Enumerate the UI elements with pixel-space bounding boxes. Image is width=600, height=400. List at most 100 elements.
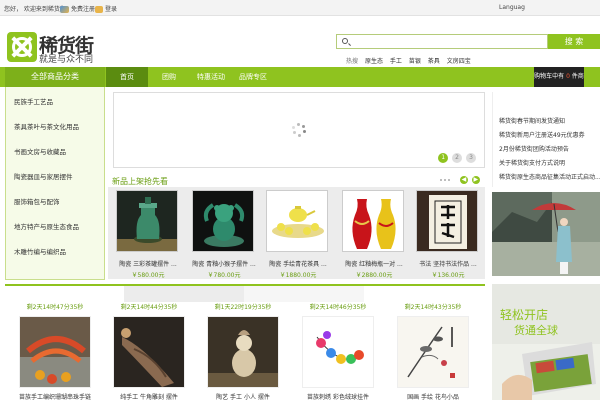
main-nav: 全部商品分类 首页 团购 特惠活动 品牌专区 购物车中有 0 件商品	[0, 67, 600, 100]
new-products-strip: 陶瓷 三彩茶罐摆件 ... ￥580.00元 陶瓷 青釉小猴子摆件 ... ￥7…	[108, 187, 485, 279]
product-name[interactable]: 书法 坚持书法作品 ...	[416, 259, 480, 268]
language-selector[interactable]: Languag	[499, 4, 525, 11]
promo-image-umbrella[interactable]	[492, 192, 600, 276]
login-link[interactable]: 登录	[95, 4, 117, 13]
product-name[interactable]: 苗族刺绣 彩色绒球挂件	[302, 392, 374, 400]
countdown-time: 剩2天14时44分35秒	[120, 304, 178, 311]
carousel-page[interactable]: 3	[466, 153, 476, 163]
countdown-time: 剩2天14时43分35秒	[404, 304, 462, 311]
countdown-tabs	[5, 284, 485, 302]
countdown-card[interactable]: 剩2天14时46分35秒 苗族刺绣 彩色绒球挂件	[302, 302, 374, 400]
countdown-card[interactable]: 剩2天14时43分35秒 国画 手绘 花鸟小品	[397, 302, 469, 400]
product-price: ￥136.00元	[431, 272, 465, 279]
product-image[interactable]	[192, 190, 254, 252]
nav-item-home[interactable]: 首页	[106, 67, 148, 87]
countdown-time: 剩2天14时46分35秒	[309, 304, 367, 311]
product-name[interactable]: 陶瓷 三彩茶罐摆件 ...	[116, 259, 180, 268]
product-card[interactable]: 陶瓷 手绘青花茶具 ... ￥1880.00元	[266, 190, 330, 279]
register-link[interactable]: 免费注册	[60, 4, 95, 13]
hot-word[interactable]: 茶具	[428, 58, 440, 65]
product-image[interactable]	[207, 316, 279, 388]
welcome-text: 您好， 欢迎来到稀货街!	[4, 6, 69, 13]
countdown-time: 剩2天14时47分35秒	[26, 304, 84, 311]
product-image[interactable]	[113, 316, 185, 388]
banner-carousel[interactable]: 1 2 3	[113, 92, 485, 168]
product-image[interactable]	[266, 190, 328, 252]
cart-button[interactable]: 购物车中有 0 件商品	[534, 67, 584, 100]
notice-item[interactable]: 2月份稀货街团购活动预告	[499, 144, 569, 153]
nav-item-brands[interactable]: 品牌专区	[232, 67, 274, 87]
product-name[interactable]: 苗族手工编织珊瑚串珠手链	[19, 392, 91, 400]
product-image[interactable]	[342, 190, 404, 252]
sidebar-item[interactable]: 木雕竹编与编织品	[14, 246, 66, 256]
logo-slogan: 就是与众不同	[39, 55, 94, 65]
open-shop-banner[interactable]: 轻松开店 货通全球	[492, 284, 600, 400]
promo-line2: 货通全球	[514, 324, 558, 337]
tab[interactable]	[244, 286, 364, 302]
notice-item[interactable]: 稀货街春节期间发货通知	[499, 116, 565, 125]
hot-word[interactable]: 文房四宝	[447, 58, 471, 65]
product-image[interactable]	[397, 316, 469, 388]
product-name[interactable]: 陶艺 手工 小人 摆件	[207, 392, 279, 400]
prev-arrow-icon[interactable]: ◀	[459, 176, 468, 184]
more-icon	[440, 176, 456, 184]
hot-search-label: 热搜	[346, 58, 359, 65]
sidebar-item[interactable]: 地方特产与原生态食品	[14, 221, 79, 231]
carousel-page[interactable]: 1	[438, 153, 449, 163]
search-icon	[342, 38, 348, 44]
product-name[interactable]: 陶瓷 手绘青花茶具 ...	[266, 259, 330, 268]
sidebar-item[interactable]: 服饰箱包与配饰	[14, 196, 60, 206]
product-image[interactable]	[19, 316, 91, 388]
sidebar-item[interactable]: 民族手工艺品	[14, 96, 53, 106]
nav-item-deals[interactable]: 特惠活动	[190, 67, 232, 87]
countdown-card[interactable]: 剩2天14时44分35秒 纯手工 牛角雕刻 摆件	[113, 302, 185, 400]
product-image[interactable]	[302, 316, 374, 388]
new-products-title: 新品上架抢先看	[112, 177, 168, 186]
notice-item[interactable]: 稀货街新用户注册送49元优惠券	[499, 130, 585, 139]
user-icon	[60, 6, 69, 13]
product-card[interactable]: 书法 坚持书法作品 ... ￥136.00元	[416, 190, 480, 279]
hot-word[interactable]: 原生态	[365, 58, 383, 65]
product-name[interactable]: 陶瓷 红釉梅瓶一对 ...	[342, 259, 406, 268]
nav-item-groupbuy[interactable]: 团购	[148, 67, 190, 87]
countdown-time: 剩1天22时19分35秒	[214, 304, 272, 311]
all-categories-button[interactable]: 全部商品分类	[5, 67, 105, 87]
product-price: ￥1880.00元	[279, 272, 317, 279]
hot-word[interactable]: 手工	[390, 58, 402, 65]
cart-count: 0	[566, 73, 570, 80]
countdown-card[interactable]: 剩2天14时47分35秒 苗族手工编织珊瑚串珠手链	[19, 302, 91, 400]
product-price: ￥2880.00元	[355, 272, 393, 279]
next-arrow-icon[interactable]: ▶	[471, 176, 480, 184]
product-name[interactable]: 陶瓷 青釉小猴子摆件 ...	[192, 259, 256, 268]
cart-label: 购物车中有	[534, 73, 565, 80]
sidebar-item[interactable]: 茶具茶叶与茶文化用品	[14, 121, 79, 131]
key-icon	[95, 6, 103, 13]
countdown-card[interactable]: 剩1天22时19分35秒 陶艺 手工 小人 摆件	[207, 302, 279, 400]
product-card[interactable]: 陶瓷 三彩茶罐摆件 ... ￥580.00元	[116, 190, 180, 279]
notice-list: 稀货街春节期间发货通知 稀货街新用户注册送49元优惠券 2月份稀货街团购活动预告…	[492, 92, 600, 187]
hot-word[interactable]: 苗银	[409, 58, 421, 65]
category-sidebar: 民族手工艺品 茶具茶叶与茶文化用品 书画文房与收藏品 陶瓷器皿与家居摆件 服饰箱…	[5, 87, 105, 280]
product-image[interactable]	[116, 190, 178, 252]
sidebar-item[interactable]: 陶瓷器皿与家居摆件	[14, 171, 73, 181]
top-bar: 您好， 欢迎来到稀货街! 免费注册 登录 Languag	[0, 0, 600, 16]
tab[interactable]	[124, 286, 244, 302]
product-price: ￥580.00元	[131, 272, 165, 279]
product-name[interactable]: 国画 手绘 花鸟小品	[397, 392, 469, 400]
product-card[interactable]: 陶瓷 青釉小猴子摆件 ... ￥780.00元	[192, 190, 256, 279]
product-image[interactable]	[416, 190, 478, 252]
hot-search: 热搜 原生态 手工 苗银 茶具 文房四宝	[346, 56, 476, 65]
promo-line1: 轻松开店	[500, 308, 549, 322]
search-box	[336, 34, 548, 49]
new-products-controls: ◀ ▶	[440, 176, 480, 184]
logo-icon[interactable]	[7, 32, 37, 62]
carousel-page[interactable]: 2	[452, 153, 463, 163]
carousel-pagination: 1 2 3	[436, 153, 476, 163]
notice-item[interactable]: 稀货街原生态商品征集活动正式启动...	[499, 172, 600, 181]
sidebar-item[interactable]: 书画文房与收藏品	[14, 146, 66, 156]
search-input[interactable]	[353, 36, 543, 47]
notice-item[interactable]: 关于稀货街支付方式说明	[499, 158, 565, 167]
search-button[interactable]: 搜 索	[548, 34, 600, 49]
product-card[interactable]: 陶瓷 红釉梅瓶一对 ... ￥2880.00元	[342, 190, 406, 279]
product-name[interactable]: 纯手工 牛角雕刻 摆件	[113, 392, 185, 400]
